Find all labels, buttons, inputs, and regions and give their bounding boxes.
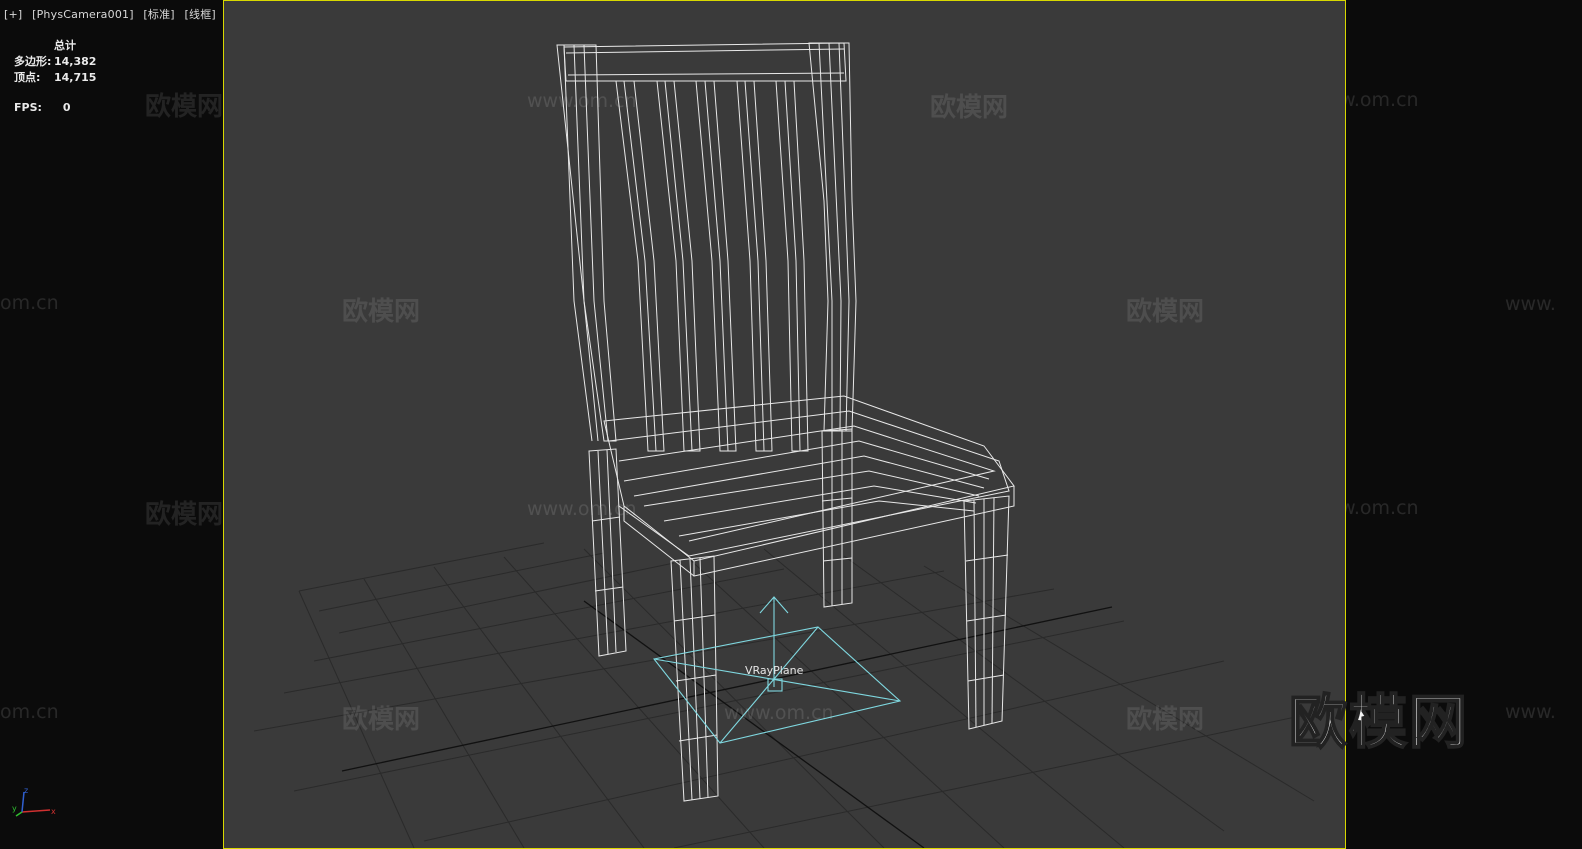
stats-vertices-row: 顶点: 14,715 bbox=[14, 70, 96, 86]
back-left-leg bbox=[588, 448, 627, 657]
axis-x-label: x bbox=[51, 807, 56, 816]
watermark-brand-7: 欧模网 bbox=[1126, 705, 1205, 735]
back-slats bbox=[615, 80, 809, 452]
watermark-brand-1: 欧模网 bbox=[224, 87, 225, 124]
watermark-url-right-4: www. bbox=[1505, 701, 1556, 723]
ground-grid bbox=[253, 542, 1325, 848]
scene-statistics: 总计 多边形: 14,382 顶点: 14,715 bbox=[14, 38, 96, 86]
watermark-url-right-2: www. bbox=[1505, 293, 1556, 315]
chair-wireframe[interactable] bbox=[556, 42, 1015, 802]
stats-header: 总计 bbox=[54, 39, 76, 52]
viewport-mode-menu[interactable]: [线框] bbox=[185, 8, 216, 21]
watermark-brand-2: 欧模网 bbox=[930, 93, 1009, 123]
watermark-brand-3: 欧模网 bbox=[342, 297, 421, 327]
stats-polygons-row: 多边形: 14,382 bbox=[14, 54, 96, 70]
watermark-url-left-1: om.cn bbox=[0, 292, 59, 314]
vrayplane-label: VRayPlane bbox=[745, 664, 804, 677]
vertices-value: 14,715 bbox=[54, 71, 97, 84]
viewport-camera-menu[interactable]: [PhysCamera001] bbox=[32, 8, 134, 21]
fps-label: FPS: bbox=[14, 101, 42, 114]
watermark-url-1: www.om.cn bbox=[527, 90, 637, 112]
back-right-leg bbox=[821, 428, 853, 608]
vertices-label: 顶点: bbox=[14, 71, 41, 84]
viewport-shading-menu[interactable]: [标准] bbox=[143, 8, 174, 21]
watermark-brand-outer-2: 欧模网 bbox=[145, 500, 224, 530]
axis-z-label: z bbox=[24, 786, 28, 795]
axis-y-label: y bbox=[12, 804, 17, 813]
viewport-label[interactable]: [+] [PhysCamera001] [标准] [线框] bbox=[4, 6, 222, 22]
front-right-leg bbox=[963, 495, 1010, 730]
viewport-menu-plus[interactable]: [+] bbox=[4, 8, 22, 21]
watermark-brand-outer-1: 欧模网 bbox=[145, 92, 224, 122]
watermark-brand-6: 欧模网 bbox=[342, 705, 421, 735]
polygons-value: 14,382 bbox=[54, 55, 97, 68]
chair-seat bbox=[603, 395, 1015, 577]
front-left-leg bbox=[670, 555, 719, 802]
watermark-url-3: www.om.cn bbox=[724, 702, 834, 724]
polygons-label: 多边形: bbox=[14, 55, 52, 68]
watermark-url-left-2: om.cn bbox=[0, 701, 59, 723]
fps-readout: FPS: 0 bbox=[14, 101, 71, 114]
perspective-viewport[interactable]: VRayPlane 欧模网 www.om.cn 欧模网 欧模网 欧模网 欧模网 … bbox=[223, 0, 1346, 849]
grid-axes bbox=[341, 600, 1113, 848]
watermark-brand-4: 欧模网 bbox=[1126, 297, 1205, 327]
watermark-url-2: www.om.cn bbox=[527, 498, 637, 520]
site-logo: 欧模网 bbox=[1288, 687, 1470, 757]
axis-gizmo-icon: x z y bbox=[12, 786, 56, 817]
watermark-brand-5: 欧模网 bbox=[224, 495, 225, 532]
fps-value: 0 bbox=[62, 101, 71, 114]
